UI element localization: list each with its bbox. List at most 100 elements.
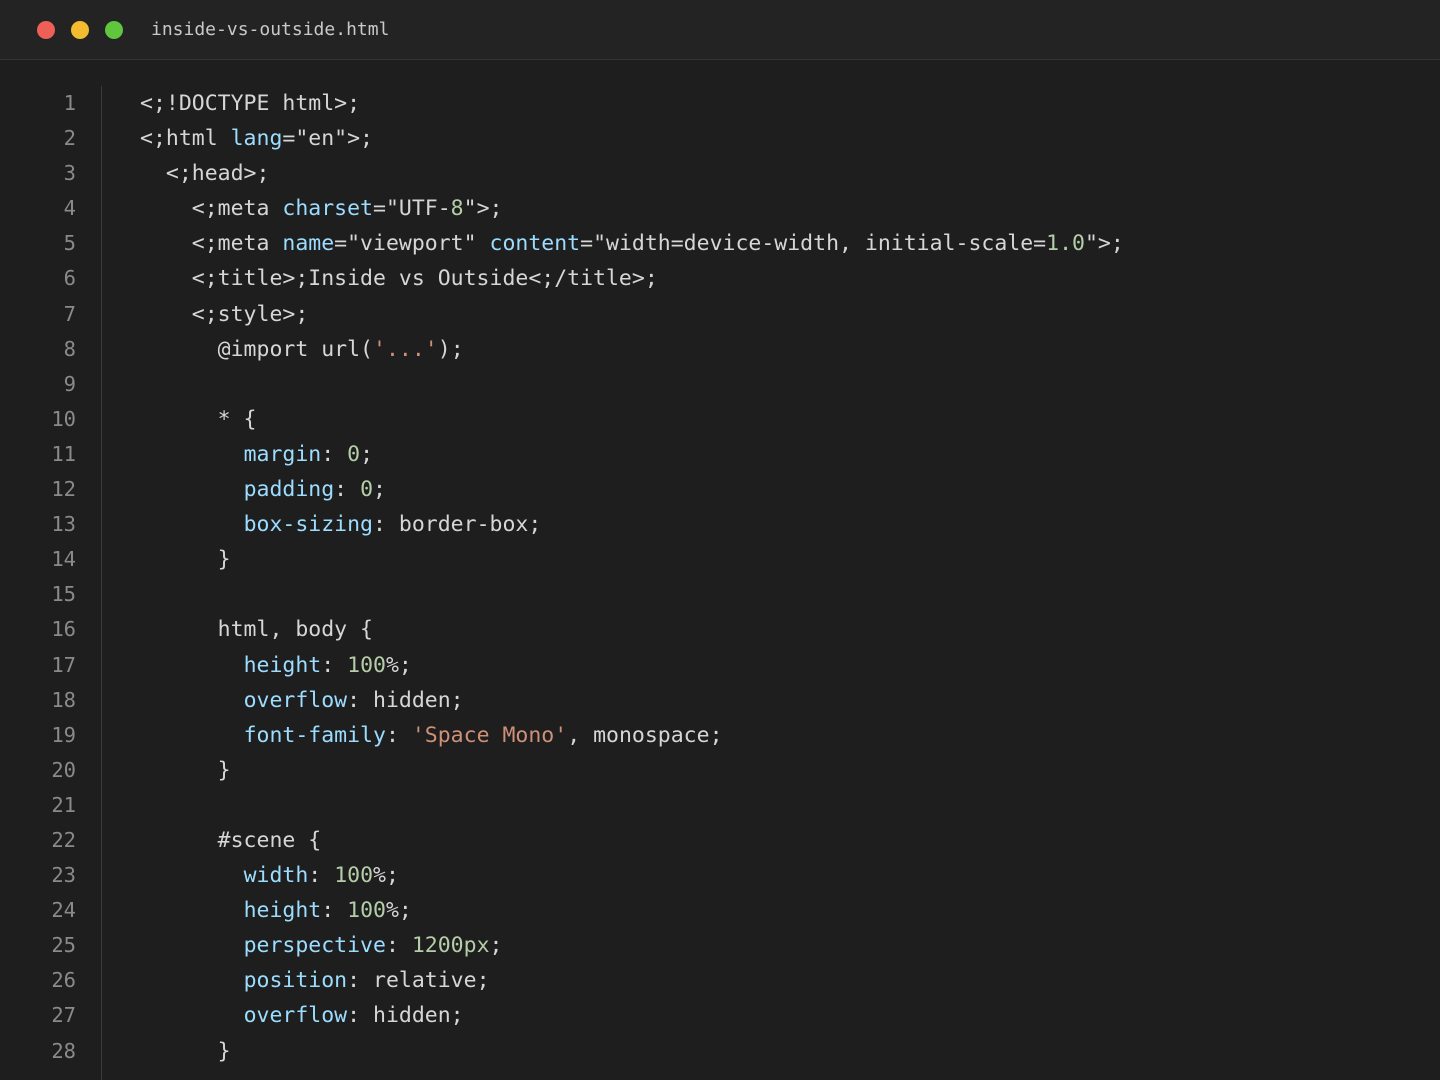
minimize-window-button[interactable]: [71, 21, 89, 39]
code-token: :: [385, 722, 412, 748]
code-line: 14 }: [0, 542, 1440, 577]
code-token: :: [385, 933, 412, 959]
code-token: name: [282, 231, 335, 257]
code-token: <;html: [140, 126, 231, 152]
code-token: <;head>;: [165, 161, 270, 187]
code-line: 28 }: [0, 1034, 1440, 1069]
line-number: 24: [51, 898, 76, 923]
code-line: 18 overflow: hidden;: [0, 683, 1440, 718]
code-line: 3 <;head>;: [0, 156, 1440, 191]
line-number: 14: [51, 547, 76, 572]
close-window-button[interactable]: [37, 21, 55, 39]
code-token: ="UTF-: [373, 196, 451, 222]
code-token: <;meta: [191, 231, 283, 257]
code-line: 27 overflow: hidden;: [0, 998, 1440, 1033]
code-token: 8: [450, 196, 464, 222]
code-token: ;: [373, 477, 386, 503]
title-bar: inside-vs-outside.html: [0, 0, 1440, 60]
code-text: html, body {: [140, 612, 373, 647]
line-number: 1: [63, 91, 76, 115]
code-token: height: [243, 898, 322, 924]
line-number: 23: [51, 863, 76, 888]
code-token: html, body {: [217, 617, 374, 643]
code-token: %;: [385, 652, 412, 678]
code-token: '...': [373, 336, 438, 362]
code-line: 12 padding: 0;: [0, 472, 1440, 507]
line-number: 17: [51, 652, 76, 677]
line-number: 8: [63, 336, 76, 361]
code-token: ;: [489, 933, 503, 959]
code-line: 21: [0, 788, 1440, 823]
code-token: : hidden;: [347, 687, 464, 713]
code-token: 0: [347, 441, 361, 467]
line-number: 4: [63, 196, 76, 221]
code-line: 19 font-family: 'Space Mono', monospace;: [0, 718, 1440, 753]
code-line: 22 #scene {: [0, 823, 1440, 858]
line-number: 18: [51, 687, 76, 712]
code-token: <;meta: [191, 196, 283, 222]
line-number: 19: [51, 722, 76, 747]
line-number: 15: [51, 582, 76, 607]
code-token: , monospace;: [567, 722, 723, 748]
code-text: <;style>;: [140, 297, 309, 332]
code-token: lang: [230, 126, 283, 152]
code-token: :: [321, 652, 348, 678]
code-token: * {: [217, 406, 257, 432]
line-number: 25: [51, 933, 76, 958]
code-text: <;meta charset="UTF-8">;: [140, 191, 503, 226]
code-line: 4 <;meta charset="UTF-8">;: [0, 191, 1440, 226]
code-token: 1.0: [1046, 231, 1085, 257]
maximize-window-button[interactable]: [105, 21, 123, 39]
code-token: }: [217, 757, 231, 783]
code-token: ">;: [1084, 231, 1124, 257]
code-token: }: [217, 547, 231, 573]
code-token: 100: [347, 898, 386, 924]
code-text: position: relative;: [140, 963, 490, 998]
code-editor[interactable]: 1 <;!DOCTYPE html>; 2 <;html lang="en">; 3 <…: [0, 86, 1440, 1080]
code-text: }: [140, 542, 231, 577]
code-token: %;: [373, 863, 399, 889]
code-token: :: [321, 441, 348, 467]
code-token: 'Space Mono': [411, 722, 568, 748]
code-token: ">;: [463, 196, 503, 222]
code-token: :: [321, 898, 348, 924]
line-number: 27: [51, 1003, 76, 1028]
code-text: <;!DOCTYPE html>;: [140, 86, 360, 121]
code-text: @import url('...');: [140, 332, 464, 367]
code-token: margin: [243, 441, 322, 467]
code-token: : border-box;: [373, 512, 542, 538]
code-line: 11 margin: 0;: [0, 437, 1440, 472]
code-text: <;meta name="viewport" content="width=de…: [140, 226, 1124, 261]
code-token: :: [334, 477, 361, 503]
line-number: 12: [51, 477, 76, 502]
code-text: }: [140, 1034, 231, 1069]
code-text: box-sizing: border-box;: [140, 507, 542, 542]
line-number: 26: [51, 968, 76, 993]
code-editor-window: inside-vs-outside.html 1 <;!DOCTYPE html>…: [0, 0, 1440, 1080]
code-token: 1200px: [411, 933, 490, 959]
code-text: width: 100%;: [140, 858, 399, 893]
code-line: 24 height: 100%;: [0, 893, 1440, 928]
code-token: :: [308, 863, 335, 889]
code-line: 10 * {: [0, 402, 1440, 437]
code-token: font-family: [243, 722, 386, 748]
code-line: 2 <;html lang="en">;: [0, 121, 1440, 156]
code-token: perspective: [243, 933, 386, 959]
line-number: 20: [51, 757, 76, 782]
code-line: 5 <;meta name="viewport" content="width=…: [0, 226, 1440, 261]
code-token: <;style>;: [191, 301, 309, 327]
code-line: 6 <;title>;Inside vs Outside<;/title>;: [0, 261, 1440, 296]
code-token: height: [243, 652, 322, 678]
code-token: #scene {: [217, 827, 322, 853]
code-line: 20 }: [0, 753, 1440, 788]
code-token: padding: [243, 477, 335, 503]
code-text: perspective: 1200px;: [140, 928, 503, 963]
code-text: height: 100%;: [140, 648, 412, 683]
code-line: 17 height: 100%;: [0, 648, 1440, 683]
line-number: 10: [51, 406, 76, 431]
line-number: 9: [63, 371, 76, 396]
code-line: 15: [0, 577, 1440, 612]
code-text: font-family: 'Space Mono', monospace;: [140, 718, 723, 753]
file-name-tab[interactable]: inside-vs-outside.html: [151, 19, 389, 41]
code-line: 1 <;!DOCTYPE html>;: [0, 86, 1440, 121]
